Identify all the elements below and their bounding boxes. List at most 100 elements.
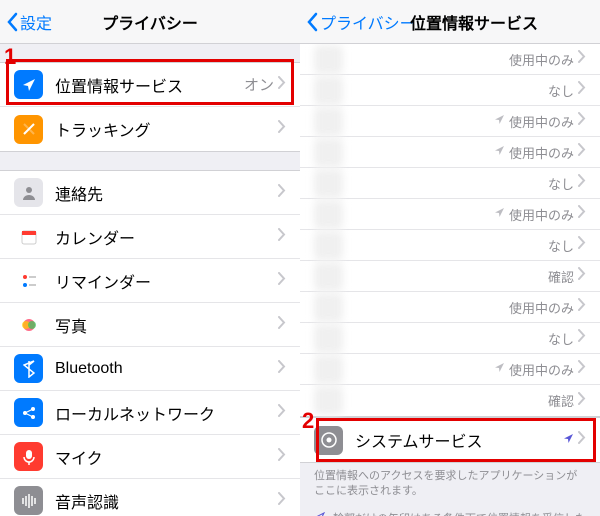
chevron-right-icon (578, 431, 586, 449)
photos-icon (14, 310, 43, 339)
app-row[interactable]: 使用中のみ (300, 354, 600, 385)
back-to-privacy[interactable]: プライバシー (300, 10, 416, 34)
back-label: プライバシー (320, 10, 416, 34)
app-name-blurred (355, 50, 509, 68)
location-services-panel: プライバシー 位置情報サービス 使用中のみ なし 使用中のみ 使用中のみ なし … (300, 0, 600, 516)
row-calendar[interactable]: カレンダー (0, 215, 300, 259)
tracking-icon (14, 115, 43, 144)
chevron-right-icon (578, 50, 586, 68)
app-icon (314, 262, 343, 291)
row-photos[interactable]: 写真 (0, 303, 300, 347)
footer-note-1: 位置情報へのアクセスを要求したアプリケーションがここに表示されます。 (300, 463, 600, 506)
chevron-right-icon (278, 120, 286, 138)
chevron-right-icon (578, 205, 586, 223)
app-icon (314, 200, 343, 229)
app-rows: 使用中のみ なし 使用中のみ 使用中のみ なし 使用中のみ なし 確認 使用中の… (300, 44, 600, 417)
chevron-right-icon (278, 492, 286, 510)
group-data-access: 連絡先カレンダーリマインダー写真 Bluetooth ローカルネットワークマイク音声… (0, 170, 300, 516)
chevron-right-icon (578, 143, 586, 161)
chevron-right-icon (278, 448, 286, 466)
contacts-icon (14, 178, 43, 207)
callout-2: 2 (302, 408, 314, 434)
chevron-right-icon (578, 112, 586, 130)
calendar-icon (14, 222, 43, 251)
location-arrow-icon (563, 431, 574, 449)
location-status: 使用中のみ (509, 205, 574, 224)
app-name-blurred (355, 360, 494, 378)
app-row[interactable]: なし (300, 168, 600, 199)
back-label: 設定 (20, 10, 52, 34)
app-icon (314, 138, 343, 167)
chevron-right-icon (278, 76, 286, 94)
chevron-right-icon (578, 360, 586, 378)
bluetooth-icon (14, 354, 43, 383)
row-tracking[interactable]: トラッキング (0, 107, 300, 151)
app-row[interactable]: 確認 (300, 261, 600, 292)
app-row[interactable]: なし (300, 230, 600, 261)
location-arrow-icon (494, 360, 505, 378)
app-row[interactable]: 確認 (300, 385, 600, 416)
location-status: 使用中のみ (509, 112, 574, 131)
app-row[interactable]: なし (300, 323, 600, 354)
callout-1: 1 (4, 44, 16, 70)
app-name-blurred (355, 143, 494, 161)
row-bluetooth[interactable]: Bluetooth (0, 347, 300, 391)
chevron-right-icon (578, 298, 586, 316)
group-location-tracking: 位置情報サービス オン トラッキング (0, 62, 300, 152)
location-status: 使用中のみ (509, 50, 574, 69)
privacy-list: 位置情報サービス オン トラッキング 連絡先カレンダーリマインダー写真 Bluet… (0, 44, 300, 516)
row-label: 位置情報サービス (55, 73, 244, 97)
row-label: カレンダー (55, 225, 278, 249)
location-arrow-icon (494, 143, 505, 161)
row-label: ローカルネットワーク (55, 401, 278, 425)
location-status: なし (548, 329, 574, 348)
back-to-settings[interactable]: 設定 (0, 10, 52, 34)
chevron-right-icon (278, 228, 286, 246)
chevron-right-icon (578, 81, 586, 99)
row-reminders[interactable]: リマインダー (0, 259, 300, 303)
mic-icon (14, 442, 43, 471)
app-icon (314, 293, 343, 322)
app-name-blurred (355, 174, 548, 192)
row-contacts[interactable]: 連絡先 (0, 171, 300, 215)
app-name-blurred (355, 329, 548, 347)
app-icon (314, 231, 343, 260)
row-system-services[interactable]: システムサービス (300, 418, 600, 462)
row-mic[interactable]: マイク (0, 435, 300, 479)
speech-icon (14, 486, 43, 515)
app-row[interactable]: 使用中のみ (300, 199, 600, 230)
row-label: Bluetooth (55, 360, 278, 378)
app-icon (314, 355, 343, 384)
row-label: トラッキング (55, 117, 278, 141)
row-value: オン (244, 74, 274, 95)
reminders-icon (14, 266, 43, 295)
app-row[interactable]: 使用中のみ (300, 106, 600, 137)
row-label: リマインダー (55, 269, 278, 293)
app-row[interactable]: 使用中のみ (300, 44, 600, 75)
location-status: なし (548, 81, 574, 100)
footer-text: 輪郭だけの矢印はある条件下で位置情報を受信した可能性のある (333, 512, 586, 516)
app-row[interactable]: なし (300, 75, 600, 106)
app-row[interactable]: 使用中のみ (300, 292, 600, 323)
privacy-panel: 設定 プライバシー 位置情報サービス オン トラッキング 連絡先カレンダーリマイ… (0, 0, 300, 516)
location-status: 確認 (548, 391, 574, 410)
row-speech[interactable]: 音声認識 (0, 479, 300, 516)
header-left: 設定 プライバシー (0, 0, 300, 44)
location-icon (14, 70, 43, 99)
location-status: 確認 (548, 267, 574, 286)
app-name-blurred (355, 112, 494, 130)
app-icon (314, 324, 343, 353)
location-status: 使用中のみ (509, 143, 574, 162)
row-location-services[interactable]: 位置情報サービス オン (0, 63, 300, 107)
chevron-right-icon (278, 360, 286, 378)
row-network[interactable]: ローカルネットワーク (0, 391, 300, 435)
chevron-right-icon (278, 272, 286, 290)
app-row[interactable]: 使用中のみ (300, 137, 600, 168)
location-status: 使用中のみ (509, 298, 574, 317)
chevron-right-icon (278, 316, 286, 334)
app-icon (314, 386, 343, 415)
row-label: システムサービス (355, 428, 563, 452)
location-arrow-icon (494, 205, 505, 223)
location-arrow-icon (314, 512, 325, 516)
row-label: 音声認識 (55, 489, 278, 513)
